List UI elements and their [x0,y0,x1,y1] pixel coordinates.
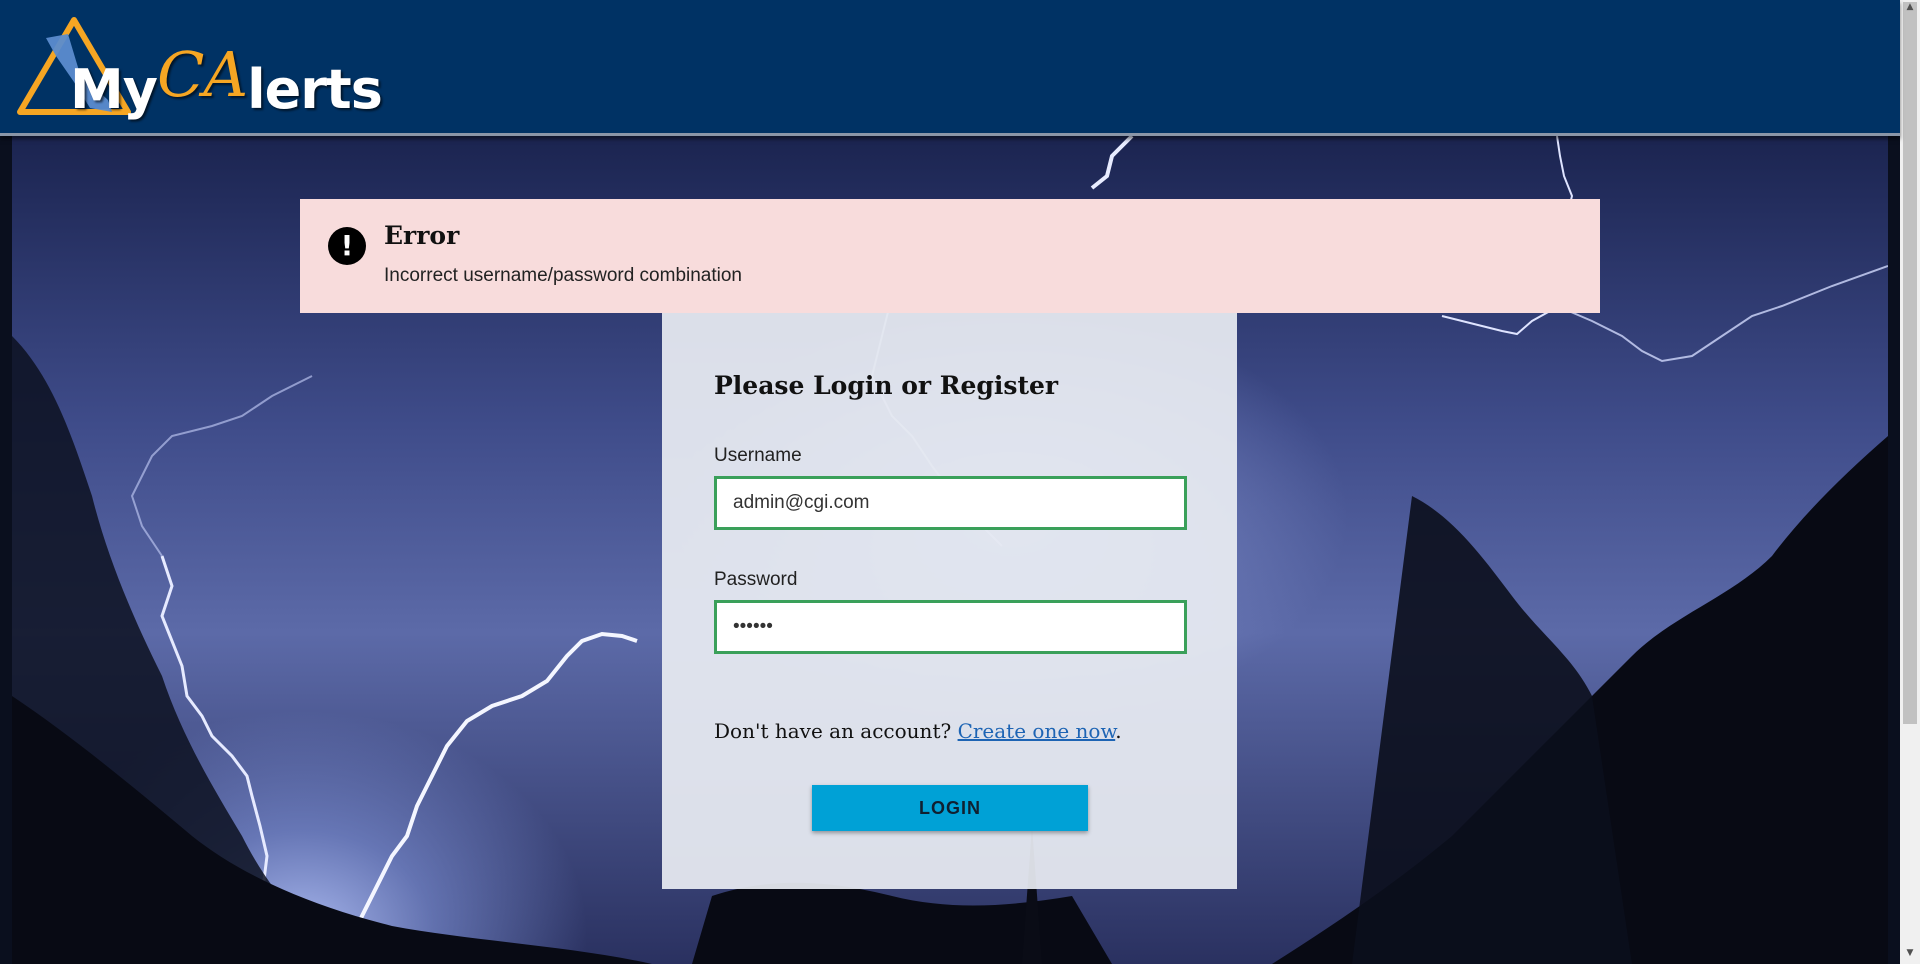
logo-text: MyCAlerts [70,38,383,121]
exclamation-icon: ! [328,227,366,265]
mycalerts-logo[interactable]: MyCAlerts [16,16,383,121]
scroll-down-arrow-icon[interactable]: ▼ [1904,948,1916,960]
scroll-up-arrow-icon[interactable]: ▲ [1904,2,1916,14]
register-prompt: Don't have an account? Create one now. [714,719,1122,743]
password-input[interactable]: •••••• [714,600,1187,654]
error-message: Incorrect username/password combination [384,265,743,286]
error-title: Error [384,221,460,250]
create-account-link[interactable]: Create one now [958,719,1116,743]
error-banner: ! Error Incorrect username/password comb… [300,199,1600,313]
username-input[interactable]: admin@cgi.com [714,476,1187,530]
scrollbar-thumb[interactable] [1903,2,1917,724]
login-title: Please Login or Register [714,371,1059,400]
password-label: Password [714,569,798,590]
username-label: Username [714,445,802,466]
login-button[interactable]: LOGIN [812,785,1088,831]
site-header: MyCAlerts [0,0,1900,136]
login-panel: Please Login or Register Username admin@… [662,313,1237,889]
